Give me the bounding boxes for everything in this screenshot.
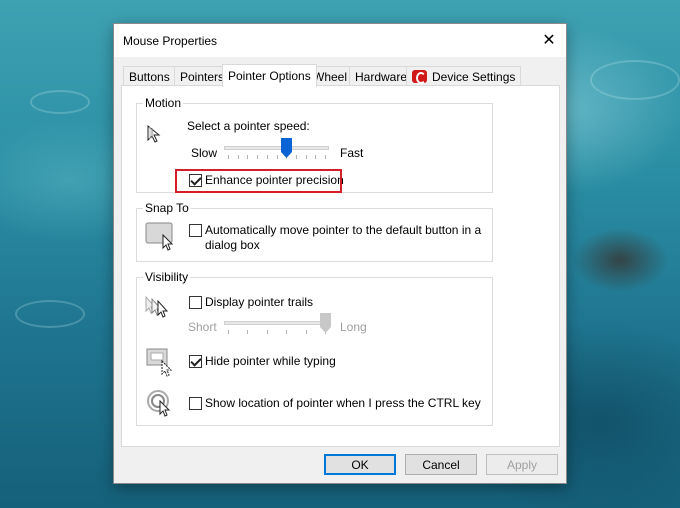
hide-pointer-icon	[146, 347, 178, 377]
trail-length-ticks	[228, 330, 326, 334]
swimmer-background	[560, 190, 680, 330]
snap-to-label-line1: Automatically move pointer to the defaul…	[205, 223, 482, 237]
motion-group-label: Motion	[143, 96, 184, 110]
slider-tick	[267, 330, 268, 334]
pointer-speed-ticks	[228, 155, 326, 159]
slow-label: Slow	[191, 146, 218, 160]
show-location-checkbox[interactable]: Show location of pointer when I press th…	[189, 396, 481, 411]
slider-tick	[257, 155, 258, 159]
pointer-trails-label: Display pointer trails	[205, 295, 314, 309]
slider-tick	[277, 155, 278, 159]
slider-tick	[306, 155, 307, 159]
snap-to-group-label: Snap To	[143, 201, 191, 215]
slider-tick	[247, 330, 248, 334]
tab-hardware[interactable]: Hardware	[349, 66, 414, 86]
hide-pointer-label: Hide pointer while typing	[205, 354, 336, 368]
apply-button[interactable]: Apply	[486, 454, 558, 475]
window-title: Mouse Properties	[123, 34, 218, 48]
ok-button[interactable]: OK	[324, 454, 396, 475]
slider-tick	[286, 330, 287, 334]
slider-tick	[315, 155, 316, 159]
pointer-speed-label: Select a pointer speed:	[187, 119, 310, 133]
pointer-trails-box[interactable]	[189, 296, 202, 309]
pointer-trails-checkbox[interactable]: Display pointer trails	[189, 295, 313, 310]
snap-to-box[interactable]	[189, 224, 202, 237]
slider-tick	[325, 155, 326, 159]
slider-tick	[238, 155, 239, 159]
slider-tick	[228, 330, 229, 334]
show-location-label: Show location of pointer when I press th…	[205, 396, 481, 410]
long-label: Long	[340, 320, 367, 334]
hide-pointer-box[interactable]	[189, 355, 202, 368]
pointer-options-panel: Motion Select a pointer speed: Slow Fast…	[121, 85, 560, 447]
slider-tick	[306, 330, 307, 334]
close-icon[interactable]: ✕	[532, 24, 566, 56]
device-settings-icon	[412, 70, 427, 84]
water-ripple	[30, 90, 90, 114]
water-ripple	[590, 60, 680, 100]
pointer-speed-icon	[146, 122, 170, 146]
show-location-box[interactable]	[189, 397, 202, 410]
slider-tick	[247, 155, 248, 159]
slider-tick	[228, 155, 229, 159]
snap-to-icon	[145, 221, 177, 251]
slider-tick	[267, 155, 268, 159]
mouse-properties-dialog: Mouse Properties ✕ Buttons Pointers Poin…	[113, 23, 567, 484]
short-label: Short	[188, 320, 217, 334]
hide-pointer-checkbox[interactable]: Hide pointer while typing	[189, 354, 336, 369]
pointer-trails-icon	[144, 294, 176, 322]
tab-device-settings[interactable]: Device Settings	[406, 66, 522, 86]
highlight-box	[175, 169, 342, 193]
fast-label: Fast	[340, 146, 364, 160]
title-bar: Mouse Properties ✕	[114, 24, 566, 57]
tab-buttons[interactable]: Buttons	[123, 66, 176, 86]
tab-pointer-options[interactable]: Pointer Options	[222, 64, 317, 87]
visibility-group-label: Visibility	[143, 270, 191, 284]
water-ripple	[15, 300, 85, 328]
pointer-speed-slider-track[interactable]	[224, 146, 329, 150]
trail-length-slider-track[interactable]	[224, 321, 329, 325]
snap-to-label-line2: dialog box	[205, 238, 260, 252]
slider-tick	[296, 155, 297, 159]
snap-to-checkbox[interactable]: Automatically move pointer to the defaul…	[189, 223, 481, 253]
show-location-icon	[146, 387, 178, 419]
cancel-button[interactable]: Cancel	[405, 454, 477, 475]
